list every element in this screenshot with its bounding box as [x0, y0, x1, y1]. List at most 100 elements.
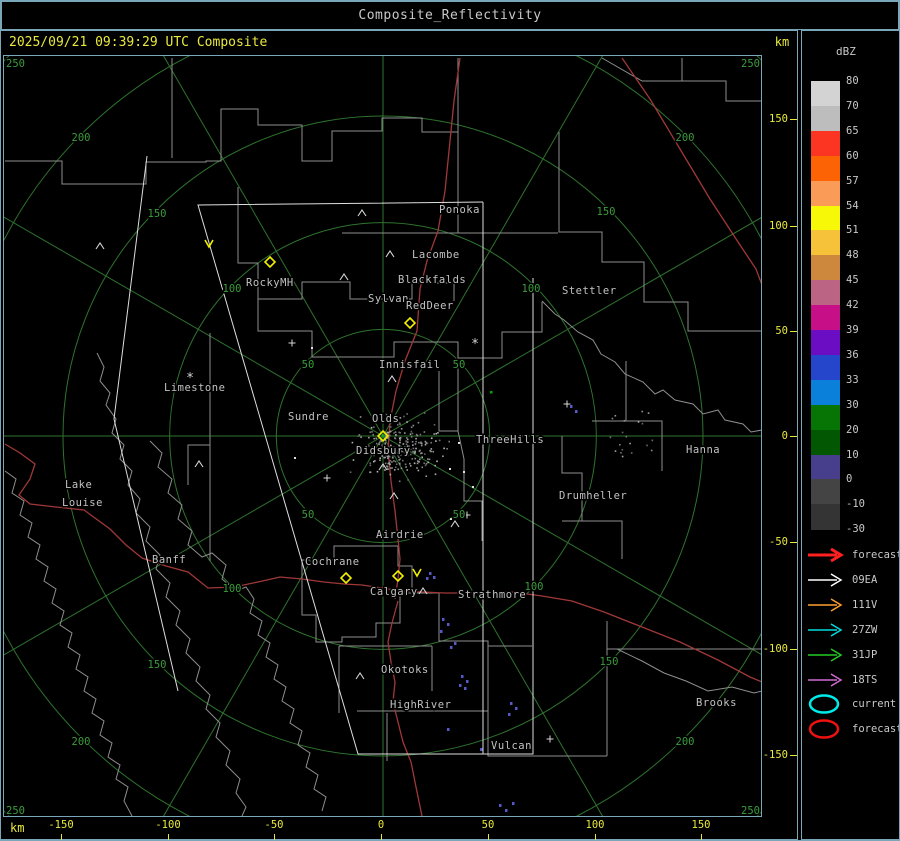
city-label-hanna: Hanna — [686, 444, 720, 456]
radar-map[interactable]: **25025025025020020020020015015015015010… — [4, 56, 761, 816]
dbz-swatch — [811, 504, 840, 529]
weak-echo-dot — [450, 646, 453, 649]
asterisk-marker-icon: * — [471, 337, 479, 352]
echo-cluster — [610, 411, 654, 458]
dbz-swatch — [811, 355, 840, 380]
city-label-threehills: ThreeHills — [476, 434, 544, 446]
bottom-axis-tick-label: -50 — [265, 819, 284, 831]
range-ring-label: 150 — [148, 208, 167, 220]
title-bar: Composite_Reflectivity — [1, 1, 899, 30]
range-ring-label: 100 — [522, 283, 541, 295]
white-dot-marker — [458, 442, 460, 444]
vee-marker-icon — [413, 569, 421, 576]
right-axis-tick-label: 150 — [762, 113, 788, 125]
range-ring-label: 250 — [6, 58, 25, 70]
weak-echo-dot — [499, 804, 502, 807]
bottom-axis-tick-label: 0 — [378, 819, 384, 831]
legend-item-111V-2: 111V — [807, 593, 877, 617]
dbz-swatch — [811, 156, 840, 181]
legend-item-forecast-7: forecast — [807, 717, 900, 741]
caret-marker-icon — [340, 274, 348, 280]
caret-marker-icon — [451, 521, 459, 527]
dbz-scale-label: 36 — [846, 349, 886, 361]
legend-label: forecast — [852, 723, 900, 735]
dbz-swatch — [811, 131, 840, 156]
radar-site-diamond-icon — [265, 257, 275, 267]
forecast-ellipse-icon — [807, 717, 845, 741]
bottom-axis: km -150-100-50050100150 — [3, 818, 761, 841]
boundary-line — [592, 361, 662, 471]
legend-label: 18TS — [852, 674, 877, 686]
bottom-axis-tick — [61, 834, 62, 841]
bottom-axis-tick-label: 100 — [586, 819, 605, 831]
right-axis-tick-label: -100 — [762, 643, 788, 655]
right-axis-tick-label: -150 — [762, 749, 788, 761]
111V-arrow-icon — [807, 593, 845, 617]
caret-marker-icon — [96, 243, 104, 249]
dbz-swatch — [811, 255, 840, 280]
weak-echo-dot — [447, 623, 450, 626]
weak-echo-dot — [459, 684, 462, 687]
plus-marker-icon — [324, 475, 331, 482]
caret-marker-icon — [195, 461, 203, 467]
window-title: Composite_Reflectivity — [358, 8, 541, 23]
weak-echo-dot — [575, 410, 578, 413]
dbz-scale-label: 48 — [846, 249, 886, 261]
dbz-swatch — [811, 280, 840, 305]
city-label-okotoks: Okotoks — [381, 664, 429, 676]
weak-echo-dot — [508, 713, 511, 716]
weak-echo-dot — [464, 687, 467, 690]
dbz-scale-label: 65 — [846, 125, 886, 137]
sector-outline — [114, 156, 178, 691]
radar-site-diamond-icon — [341, 573, 351, 583]
weak-echo-dot — [570, 405, 573, 408]
range-ring-label: 50 — [453, 509, 466, 521]
bottom-axis-tick — [274, 834, 275, 841]
boundary-line — [542, 301, 761, 432]
caret-marker-icon — [386, 251, 394, 257]
caret-marker-icon — [390, 493, 398, 499]
city-label-louise: Louise — [62, 497, 103, 509]
boundary-line — [412, 593, 532, 691]
weak-echo-dot — [426, 577, 429, 580]
legend-label: 09EA — [852, 574, 877, 586]
caret-marker-icon — [358, 210, 366, 216]
bottom-axis-tick — [168, 834, 169, 841]
forecast-arrow-icon — [807, 543, 845, 567]
27ZW-arrow-icon — [807, 618, 845, 642]
range-ring-label: 200 — [72, 736, 91, 748]
18TS-arrow-icon — [807, 668, 845, 692]
range-ring-label: 150 — [597, 206, 616, 218]
dbz-scale-label: 80 — [846, 75, 886, 87]
dbz-swatch — [811, 455, 840, 480]
range-ring-label: 200 — [676, 736, 695, 748]
bottom-axis-tick-label: -150 — [48, 819, 73, 831]
city-label-sylvan: Sylvan — [368, 293, 409, 305]
bottom-axis-tick-label: -100 — [155, 819, 180, 831]
range-ring-label: 50 — [302, 509, 315, 521]
weak-echo-dot — [512, 802, 515, 805]
legend-item-forecast-0: forecast — [807, 543, 900, 567]
range-ring-label: 150 — [600, 656, 619, 668]
dbz-swatch — [811, 305, 840, 330]
weak-echo-dot — [505, 809, 508, 812]
map-frame: **25025025025020020020020015015015015010… — [3, 55, 762, 817]
plus-marker-icon — [564, 401, 571, 408]
dbz-scale-label: -30 — [846, 523, 886, 535]
legend-item-09EA-1: 09EA — [807, 568, 877, 592]
legend-item-18TS-5: 18TS — [807, 668, 877, 692]
white-dot-marker — [472, 486, 474, 488]
city-label-calgary: Calgary — [370, 586, 418, 598]
weak-echo-dot — [454, 642, 457, 645]
right-axis-tick-label: 50 — [762, 325, 788, 337]
bottom-axis-tick — [701, 834, 702, 841]
right-axis-tick-label: 100 — [762, 220, 788, 232]
range-ring-label: 250 — [741, 58, 760, 70]
city-label-lake: Lake — [65, 479, 92, 491]
city-label-reddeer: RedDeer — [406, 300, 454, 312]
radar-site-diamond-icon — [405, 318, 415, 328]
range-ring-label: 100 — [525, 581, 544, 593]
dbz-swatch — [811, 405, 840, 430]
boundary-line — [258, 299, 542, 358]
city-label-lacombe: Lacombe — [412, 249, 460, 261]
